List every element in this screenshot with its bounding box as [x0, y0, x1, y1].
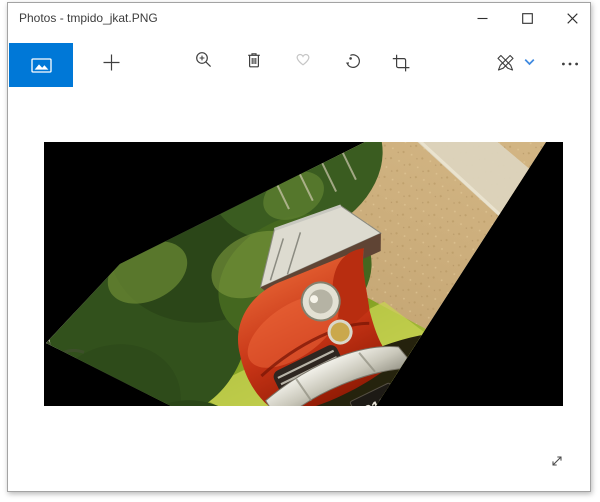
crossed-pencils-icon [496, 54, 515, 72]
rotate-icon [344, 52, 362, 70]
trash-icon [245, 51, 263, 69]
close-icon [567, 13, 578, 24]
photo-content: 219 [44, 142, 563, 406]
see-more-button[interactable] [553, 47, 587, 81]
ellipsis-icon [561, 61, 579, 67]
view-collection-button[interactable] [9, 43, 73, 87]
close-button[interactable] [550, 3, 595, 33]
photo-canvas[interactable]: 219 [44, 142, 563, 406]
maximize-icon [522, 13, 533, 24]
titlebar: Photos - tmpido_jkat.PNG [8, 3, 590, 33]
delete-button[interactable] [237, 43, 271, 77]
edit-dropdown-button[interactable] [516, 49, 542, 75]
photo-icon [31, 58, 52, 73]
crop-icon [392, 54, 410, 72]
window-title: Photos - tmpido_jkat.PNG [19, 3, 158, 33]
plus-icon [102, 53, 121, 72]
chevron-down-icon [524, 58, 535, 66]
maximize-button[interactable] [505, 3, 550, 33]
crop-button[interactable] [384, 46, 418, 80]
photos-app-screen: { "window": { "title": "Photos - tmpido_… [0, 0, 600, 502]
photos-window: Photos - tmpido_jkat.PNG [7, 2, 591, 492]
add-to-album-button[interactable] [94, 45, 128, 79]
minimize-button[interactable] [460, 3, 505, 33]
minimize-icon [477, 13, 488, 24]
rotate-button[interactable] [336, 44, 370, 78]
favorite-button[interactable] [286, 42, 320, 76]
diagonal-expand-icon [549, 452, 565, 470]
heart-icon [294, 50, 312, 68]
enter-fullscreen-button[interactable] [543, 447, 571, 475]
zoom-in-icon [195, 51, 213, 69]
zoom-button[interactable] [187, 43, 221, 77]
rotated-photo: 219 [44, 142, 563, 406]
